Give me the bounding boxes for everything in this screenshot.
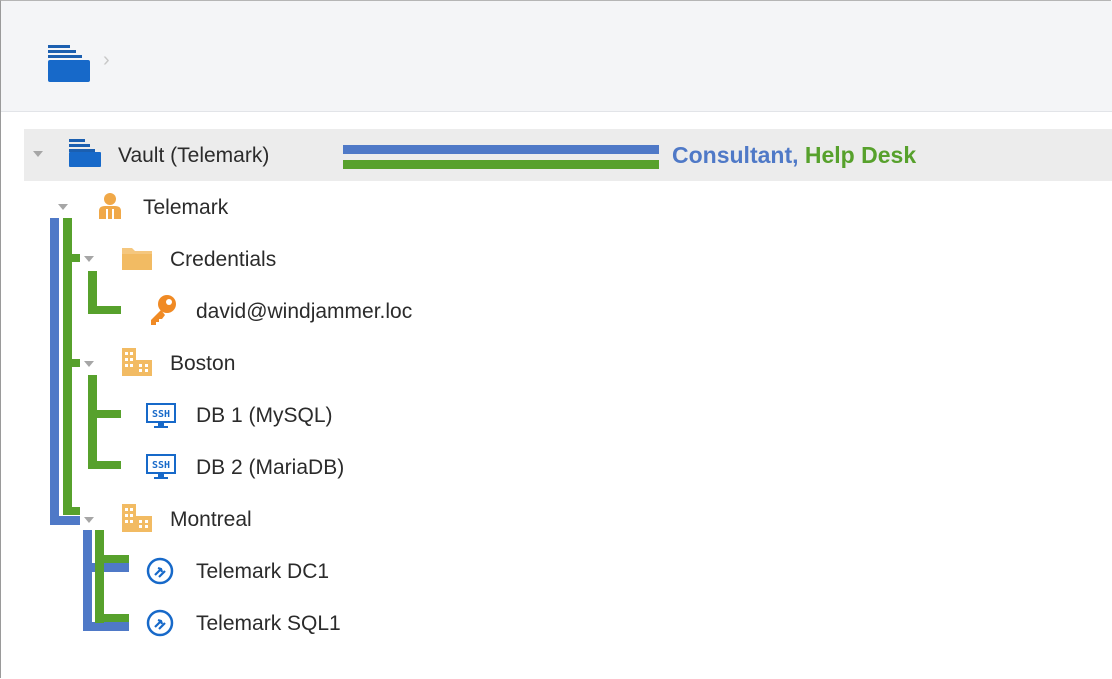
helpdesk-connector	[63, 507, 80, 515]
expand-arrow-icon[interactable]	[84, 256, 94, 262]
helpdesk-connector	[63, 359, 80, 367]
helpdesk-connector	[95, 530, 104, 623]
svg-text:SSH: SSH	[152, 409, 170, 420]
expand-arrow-icon[interactable]	[33, 151, 43, 157]
helpdesk-connector	[88, 461, 121, 469]
helpdesk-connector	[88, 375, 97, 469]
role-help-desk: Help Desk	[798, 142, 917, 168]
consultant-connector	[50, 218, 59, 525]
helpdesk-connector	[63, 254, 80, 262]
folder-icon	[122, 248, 152, 270]
building-icon	[122, 504, 152, 532]
helpdesk-connector	[95, 555, 129, 563]
ssh-icon: SSH	[146, 454, 176, 479]
consultant-connector	[83, 530, 92, 631]
user-icon	[99, 193, 121, 219]
tree-label-db1[interactable]: DB 1 (MySQL)	[196, 404, 333, 428]
vault-folder-icon	[69, 139, 101, 167]
tree-label-sql1[interactable]: Telemark SQL1	[196, 612, 341, 636]
expand-arrow-icon[interactable]	[58, 204, 68, 210]
vault-folder-icon[interactable]	[46, 43, 92, 83]
expand-arrow-icon[interactable]	[84, 361, 94, 367]
consultant-connector	[83, 563, 129, 572]
key-icon	[151, 295, 176, 325]
building-icon	[122, 348, 152, 376]
expand-arrow-icon[interactable]	[84, 517, 94, 523]
rdp-icon	[146, 557, 174, 585]
tree-label-credentials[interactable]: Credentials	[170, 248, 276, 272]
tree-label-telemark[interactable]: Telemark	[143, 196, 228, 220]
consultant-connector	[83, 622, 129, 631]
svg-text:SSH: SSH	[152, 460, 170, 471]
tree-label-montreal[interactable]: Montreal	[170, 508, 252, 532]
tree-label-vault: Vault (Telemark)	[118, 144, 270, 167]
tree-label-db2[interactable]: DB 2 (MariaDB)	[196, 456, 344, 480]
helpdesk-role-line	[343, 160, 659, 169]
consultant-connector	[50, 516, 80, 525]
consultant-role-line	[343, 145, 659, 154]
navigation-bar: ›	[1, 1, 1112, 112]
helpdesk-connector	[88, 410, 121, 418]
rdp-icon	[146, 609, 174, 637]
tree-label-dc1[interactable]: Telemark DC1	[196, 560, 329, 584]
role-consultant: Consultant,	[672, 142, 799, 168]
tree-label-boston[interactable]: Boston	[170, 352, 235, 376]
breadcrumb-separator: ›	[103, 49, 110, 71]
tree-label-credential[interactable]: david@windjammer.loc	[196, 300, 412, 324]
helpdesk-connector	[95, 614, 129, 622]
role-legend: Consultant, Help Desk	[672, 142, 916, 169]
helpdesk-connector	[88, 306, 121, 314]
ssh-icon: SSH	[146, 403, 176, 428]
